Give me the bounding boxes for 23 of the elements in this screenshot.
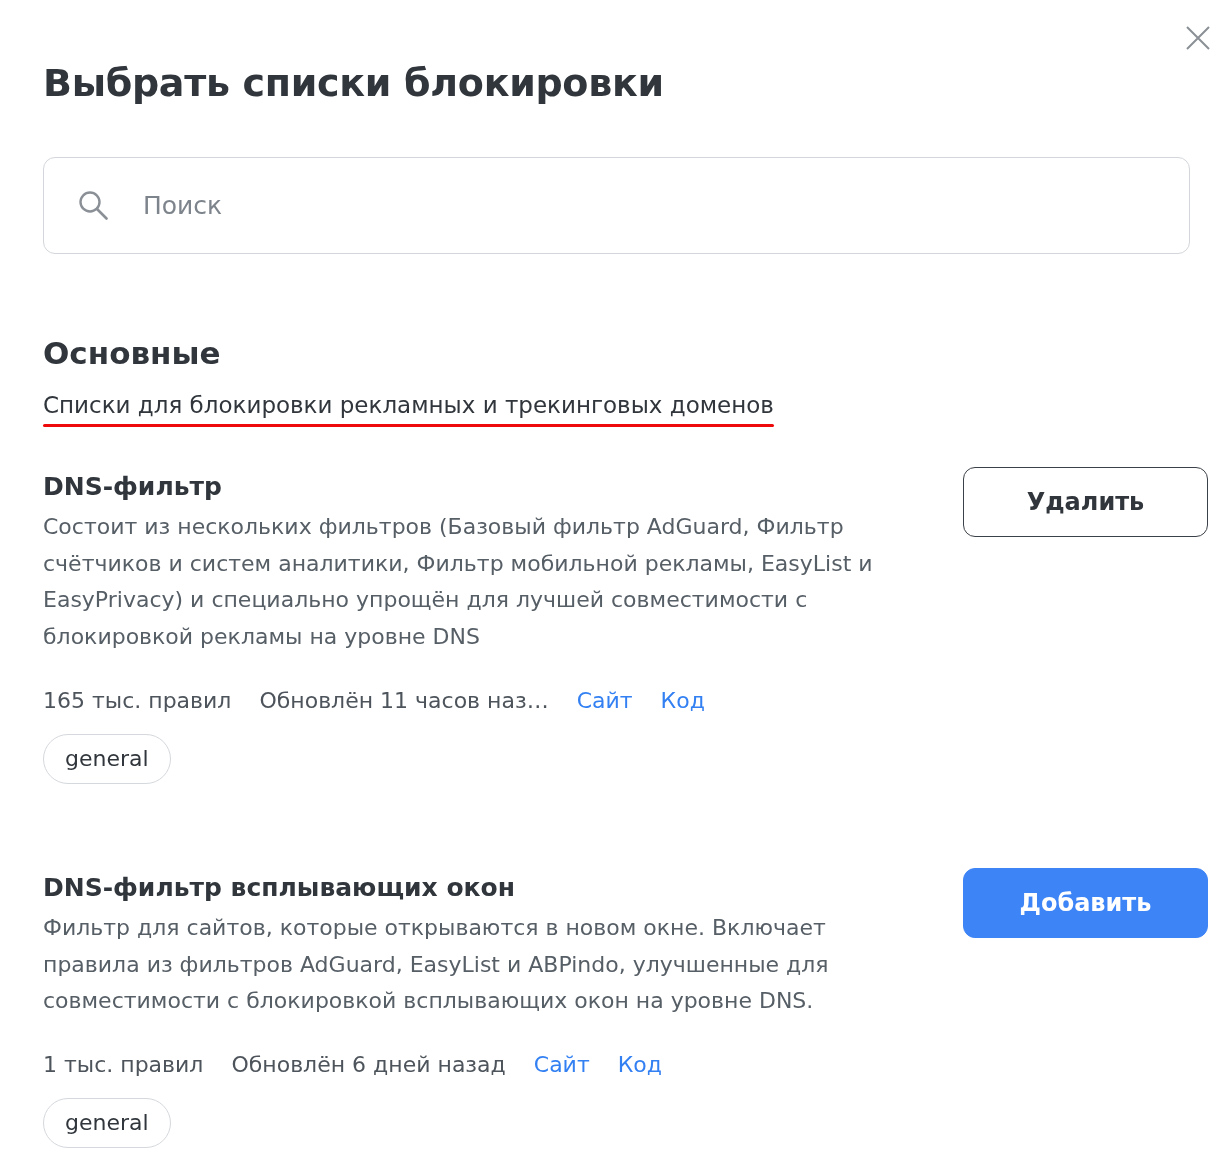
remove-button[interactable]: Удалить [963, 467, 1208, 537]
filter-name: DNS-фильтр [43, 471, 222, 503]
filter-link[interactable]: Код [617, 1049, 663, 1080]
filter-link[interactable]: Сайт [576, 685, 633, 716]
section-title: Основные [43, 334, 221, 373]
section-subtitle: Списки для блокировки рекламных и трекинговых доменов [43, 391, 774, 420]
filter-link[interactable]: Код [660, 685, 705, 716]
add-button[interactable]: Добавить [963, 867, 1208, 938]
dialog-title: Выбрать списки блокировки [43, 60, 664, 107]
filter-link[interactable]: Сайт [533, 1049, 590, 1080]
close-button[interactable] [1186, 26, 1210, 50]
rule-count: 1 тыс. правил [43, 1050, 204, 1079]
tag-chip: general [43, 733, 171, 784]
filter-description: Фильтр для сайтов, которые открываются в новом окне. Включает правила из фильтров AdGuard, EasyList и ABPindo, улучшенные для совместимости с блокировкой всплывающих окон на уровне DNS. [43, 913, 830, 1016]
close-icon [1186, 26, 1210, 50]
update-time: Обновлён 6 дней назад [231, 1050, 506, 1079]
search-field[interactable]: Поиск [43, 157, 1190, 254]
tag-chip: general [43, 1097, 171, 1148]
filter-name: DNS-фильтр всплывающих окон [43, 871, 515, 904]
update-time: Обновлён 11 часов наз… [259, 686, 549, 715]
search-icon [78, 190, 108, 220]
filter-description: Состоит из нескольких фильтров (Базовый фильтр AdGuard, Фильтр счётчиков и систем аналитики, Фильтр мобильной рекламы, EasyList и EasyPrivacy) и специально упрощён для лучшей совместимости с блокировкой рекламы на уровне DNS [43, 513, 874, 652]
rule-count: 165 тыс. правил [43, 686, 232, 715]
